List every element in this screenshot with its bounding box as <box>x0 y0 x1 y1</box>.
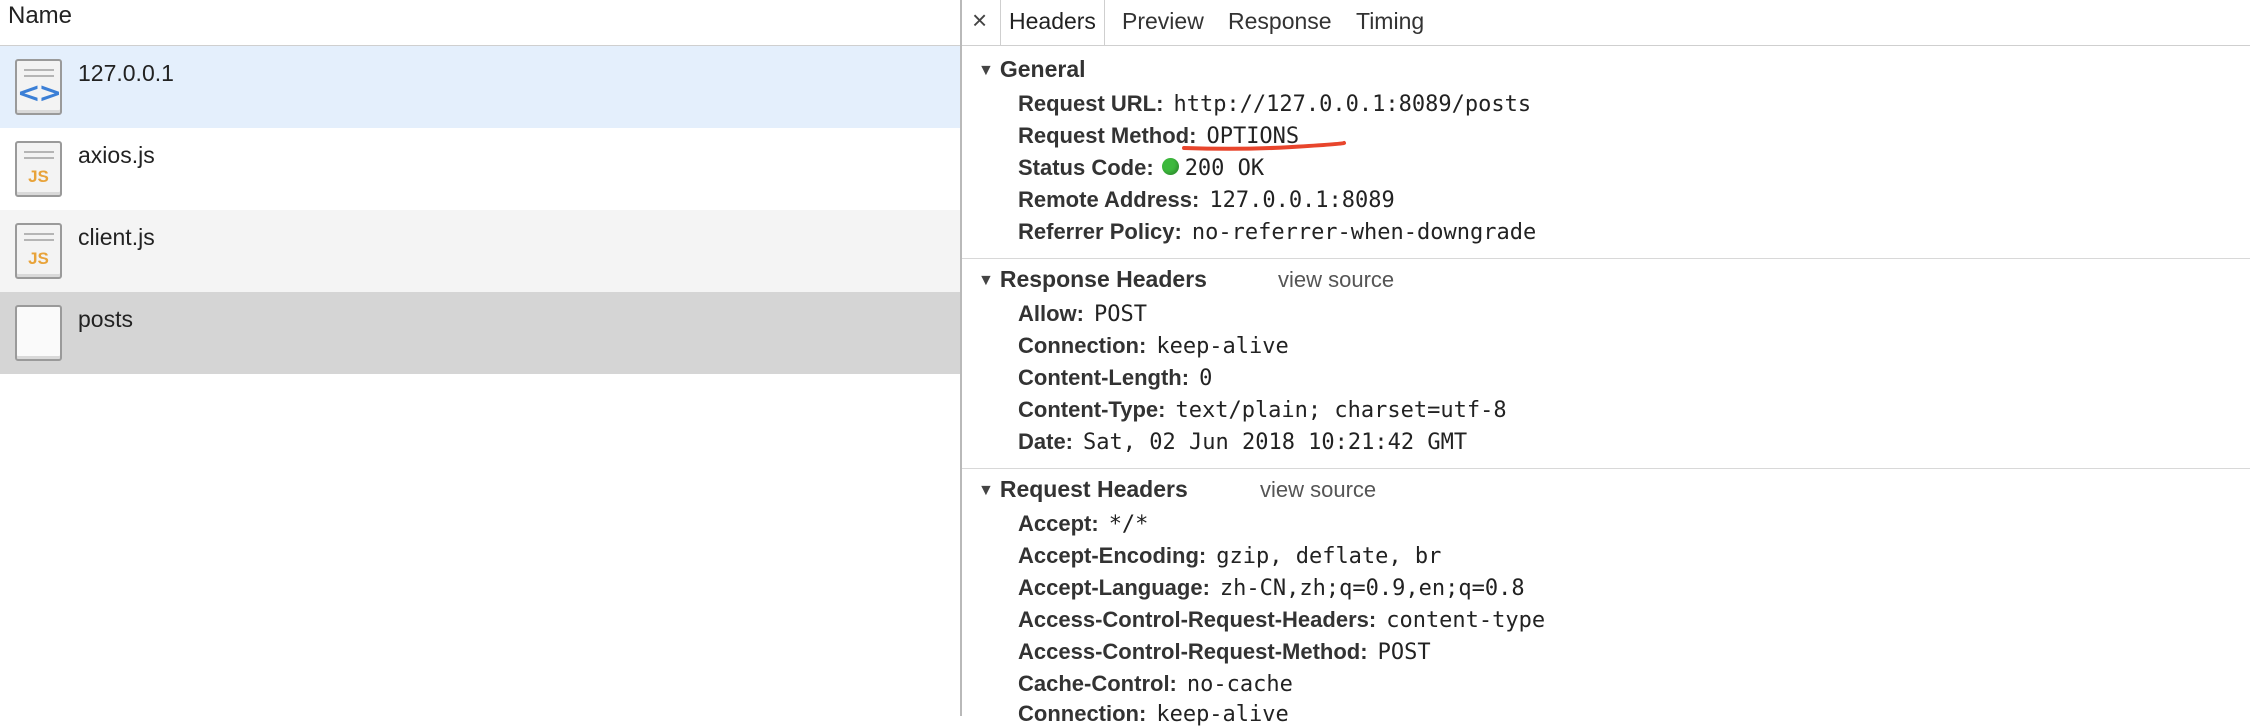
header-value: POST <box>1377 640 1431 665</box>
header-key: Connection: <box>1018 701 1147 726</box>
request-name: posts <box>78 306 133 332</box>
blank-file-icon <box>15 305 62 361</box>
name-column-label: Name <box>8 2 73 29</box>
triangle-down-icon: ▼ <box>978 482 994 499</box>
header-row: Access-Control-Request-Method: POST <box>1018 639 1431 665</box>
header-key: Referrer Policy: <box>1018 219 1182 244</box>
response-headers-section-title: Response Headers <box>999 266 1207 292</box>
script-icon: JS <box>15 223 62 279</box>
header-row: Connection: keep-alive <box>1018 333 1289 359</box>
request-list-panel: Name <> 127.0.0.1 JS axios.js JS client.… <box>0 0 960 716</box>
triangle-down-icon: ▼ <box>978 272 994 289</box>
script-icon: JS <box>15 141 62 197</box>
header-row: Cache-Control: no-cache <box>1018 671 1293 697</box>
request-name: 127.0.0.1 <box>78 60 174 86</box>
close-icon[interactable]: × <box>972 5 987 36</box>
header-row: Request URL: http://127.0.0.1:8089/posts <box>1018 91 1531 117</box>
header-key: Accept-Encoding: <box>1018 543 1207 568</box>
document-icon: <> <box>15 59 62 115</box>
request-headers-section-title: Request Headers <box>999 476 1188 502</box>
request-details-panel: × Headers Preview Response Timing ▼ Gener… <box>962 0 2250 727</box>
header-row: Access-Control-Request-Headers: content-t… <box>1018 607 1545 633</box>
header-value: Sat, 02 Jun 2018 10:21:42 GMT <box>1083 430 1468 455</box>
request-row-axios-js[interactable]: JS axios.js <box>0 128 960 210</box>
header-key: Request Method: <box>1018 123 1197 148</box>
header-value: no-cache <box>1186 672 1293 697</box>
header-key: Content-Length: <box>1018 365 1190 390</box>
name-column-header[interactable]: Name <box>0 0 960 46</box>
header-value: */* <box>1108 512 1149 537</box>
header-value: keep-alive <box>1156 702 1289 727</box>
request-headers-view-source-link[interactable]: view source <box>1260 477 1376 503</box>
tab-response[interactable]: Response <box>1228 8 1332 35</box>
header-row: Date: Sat, 02 Jun 2018 10:21:42 GMT <box>1018 429 1467 455</box>
header-value: 200 OK <box>1184 156 1265 181</box>
request-row-posts[interactable]: posts <box>0 292 960 374</box>
header-key: Remote Address: <box>1018 187 1200 212</box>
header-row: Content-Type: text/plain; charset=utf-8 <box>1018 397 1507 423</box>
header-row: Accept-Encoding: gzip, deflate, br <box>1018 543 1441 569</box>
general-section-toggle[interactable]: ▼ General <box>978 56 1086 83</box>
header-key: Accept: <box>1018 511 1099 536</box>
header-key: Status Code: <box>1018 155 1154 180</box>
header-key: Allow: <box>1018 301 1084 326</box>
header-key: Accept-Language: <box>1018 575 1210 600</box>
header-key: Date: <box>1018 429 1074 454</box>
header-value: 127.0.0.1:8089 <box>1209 188 1395 213</box>
header-key: Content-Type: <box>1018 397 1166 422</box>
tab-preview[interactable]: Preview <box>1122 8 1204 35</box>
tab-headers[interactable]: Headers <box>1000 0 1105 45</box>
triangle-down-icon: ▼ <box>978 62 994 79</box>
status-ok-icon <box>1161 158 1179 175</box>
header-row: Content-Length: 0 <box>1018 365 1212 391</box>
header-value: content-type <box>1386 608 1546 633</box>
header-key: Connection: <box>1018 333 1147 358</box>
section-divider <box>962 468 2250 469</box>
tab-timing[interactable]: Timing <box>1356 8 1424 35</box>
header-row: Remote Address: 127.0.0.1:8089 <box>1018 187 1395 213</box>
response-headers-view-source-link[interactable]: view source <box>1278 267 1394 293</box>
header-row: Status Code: 200 OK <box>1018 155 1264 181</box>
header-row: Accept-Language: zh-CN,zh;q=0.9,en;q=0.8 <box>1018 575 1525 601</box>
request-headers-section-toggle[interactable]: ▼ Request Headers <box>978 476 1188 503</box>
header-value: no-referrer-when-downgrade <box>1191 220 1537 245</box>
header-row: Allow: POST <box>1018 301 1147 327</box>
header-key: Request URL: <box>1018 91 1164 116</box>
header-value: zh-CN,zh;q=0.9,en;q=0.8 <box>1219 576 1525 601</box>
header-key: Access-Control-Request-Method: <box>1018 639 1368 664</box>
header-value: text/plain; charset=utf-8 <box>1175 398 1507 423</box>
header-value: POST <box>1094 302 1147 327</box>
header-row: Accept: */* <box>1018 511 1148 537</box>
request-row-client-js[interactable]: JS client.js <box>0 210 960 292</box>
request-row-127-0-0-1[interactable]: <> 127.0.0.1 <box>0 46 960 128</box>
header-value: gzip, deflate, br <box>1216 544 1442 569</box>
request-name: axios.js <box>78 142 155 168</box>
section-divider <box>962 258 2250 259</box>
header-value: http://127.0.0.1:8089/posts <box>1173 92 1532 117</box>
general-section-title: General <box>999 56 1086 82</box>
header-row: Referrer Policy: no-referrer-when-downgra… <box>1018 219 1536 245</box>
response-headers-section-toggle[interactable]: ▼ Response Headers <box>978 266 1207 293</box>
header-row: Connection: keep-alive <box>1018 701 1289 727</box>
header-key: Cache-Control: <box>1018 671 1177 696</box>
header-value: keep-alive <box>1156 334 1289 359</box>
request-name: client.js <box>78 224 155 250</box>
header-value: 0 <box>1199 366 1213 391</box>
details-tab-bar: × Headers Preview Response Timing <box>962 0 2250 46</box>
red-underline-annotation <box>1182 141 1346 151</box>
header-key: Access-Control-Request-Headers: <box>1018 607 1377 632</box>
